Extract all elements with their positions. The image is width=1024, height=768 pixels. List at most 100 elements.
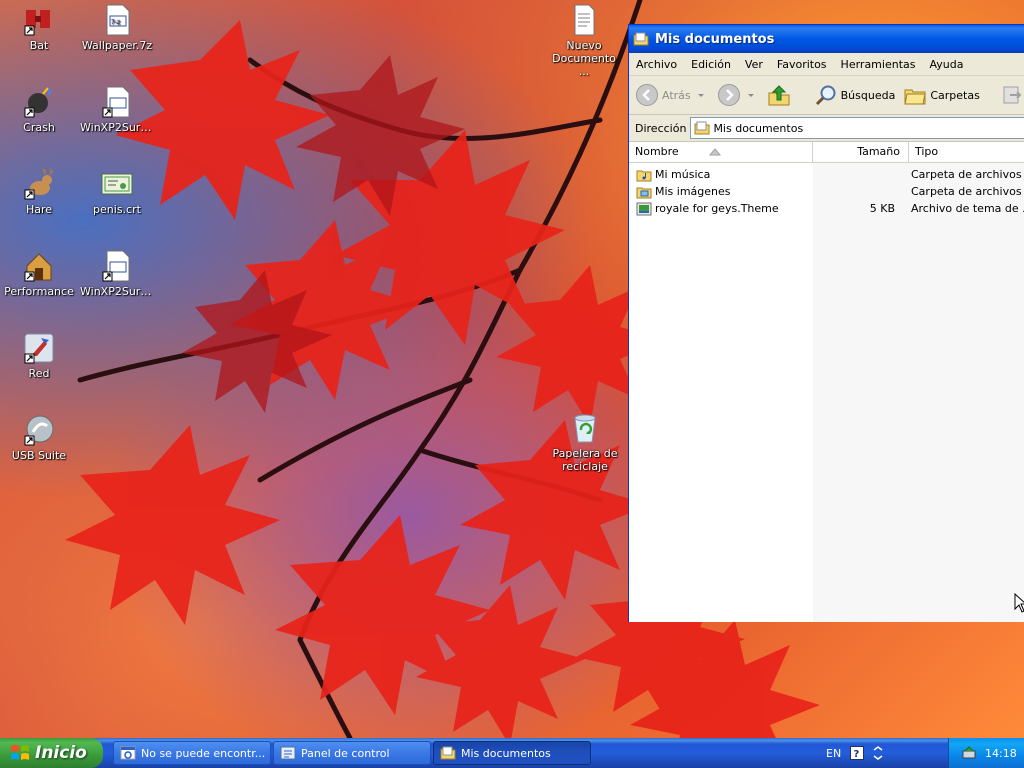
pictures-folder-icon <box>636 187 652 198</box>
forward-button[interactable] <box>717 83 759 107</box>
chevron-down-icon <box>747 94 754 97</box>
file-type: Carpeta de archivos <box>911 185 1022 198</box>
help-icon[interactable]: ? <box>850 746 865 760</box>
column-header-size[interactable]: Tamaño <box>813 142 909 162</box>
menu-archivo[interactable]: Archivo <box>629 58 684 71</box>
desktop-icon-label: WinXP2Suric... <box>80 285 154 298</box>
taskbar-button-control-panel[interactable]: Panel de control <box>273 741 431 765</box>
desktop-icon-winxp-shortcut-1[interactable]: WinXP2Suric... <box>80 86 154 134</box>
desktop-icon-label: penis.crt <box>93 203 141 216</box>
explorer-window[interactable]: Mis documentos Archivo Edición Ver Favor… <box>628 24 1024 622</box>
up-folder-button[interactable] <box>767 83 794 107</box>
search-button[interactable]: Búsqueda <box>814 83 896 107</box>
usb-suite-shortcut-icon <box>24 415 54 446</box>
bat-shortcut-icon <box>24 10 50 36</box>
file-size <box>809 166 905 183</box>
toolbar: Atrás Búsqueda Carpetas <box>629 76 1024 115</box>
desktop-icon-new-document[interactable]: Nuevo Documento ... <box>547 4 621 78</box>
address-bar: Dirección Mis documentos <box>629 115 1024 142</box>
move-to-icon <box>1003 86 1022 104</box>
back-label: Atrás <box>662 88 691 102</box>
control-panel-icon <box>280 746 296 760</box>
red-shortcut-icon <box>24 333 54 364</box>
menu-herramientas[interactable]: Herramientas <box>834 58 923 71</box>
desktop-icon-label: Bat <box>29 39 49 52</box>
desktop-icon-label: Papelera de reciclaje <box>552 447 618 473</box>
file-size: 5 KB <box>869 202 895 215</box>
file-name: royale for geys.Theme <box>655 202 779 215</box>
network-icon[interactable] <box>961 745 977 761</box>
desktop-icon-bat[interactable]: Bat <box>2 4 76 52</box>
file-name: Mis imágenes <box>655 185 731 198</box>
search-label: Búsqueda <box>840 88 896 102</box>
desktop-icon-wallpaper-archive[interactable]: 7-z Wallpaper.7z <box>80 4 154 52</box>
svg-text:?: ? <box>854 749 860 760</box>
back-arrow-icon <box>636 84 658 106</box>
folder-window-icon <box>440 746 456 760</box>
file-list[interactable]: Nombre Tamaño Tipo Mi música Carpeta de … <box>629 142 1024 622</box>
shortcut-file-icon <box>102 86 130 118</box>
desktop-icon-label: Performance <box>4 285 74 298</box>
restore-arrows-icon[interactable] <box>872 746 884 760</box>
menu-edicion[interactable]: Edición <box>684 58 738 71</box>
up-folder-icon <box>768 85 790 106</box>
desktop-icon-label: USB Suite <box>11 449 67 462</box>
folders-label: Carpetas <box>930 88 980 102</box>
clock[interactable]: 14:18 <box>985 747 1017 760</box>
address-value: Mis documentos <box>713 121 804 135</box>
column-header-name[interactable]: Nombre <box>629 142 813 162</box>
taskbar-button-label: No se puede encontr... <box>141 746 266 760</box>
desktop-icon-hare[interactable]: Hare <box>2 168 76 216</box>
shortcut-file-icon <box>102 250 130 282</box>
taskbar-button-mis-documentos[interactable]: Mis documentos <box>433 741 591 765</box>
menu-favoritos[interactable]: Favoritos <box>770 58 834 71</box>
file-row[interactable]: royale for geys.Theme 5 KB Archivo de te… <box>629 200 1024 217</box>
search-icon <box>815 85 836 106</box>
file-row[interactable]: Mi música Carpeta de archivos <box>629 166 1024 183</box>
taskbar-button-browser[interactable]: No se puede encontr... <box>113 741 271 765</box>
language-tray: EN ? <box>826 738 884 768</box>
performance-shortcut-icon <box>24 253 52 282</box>
taskbar-button-label: Mis documentos <box>461 746 551 760</box>
window-titlebar[interactable]: Mis documentos <box>629 25 1024 53</box>
folder-icon <box>633 32 649 46</box>
address-input[interactable]: Mis documentos <box>690 117 1024 139</box>
menu-ayuda[interactable]: Ayuda <box>922 58 970 71</box>
desktop-icon-crash[interactable]: Crash <box>2 86 76 134</box>
desktop-icon-recycle-bin[interactable]: Papelera de reciclaje <box>548 412 622 473</box>
desktop-icon-red[interactable]: Red <box>2 332 76 380</box>
column-headers: Nombre Tamaño Tipo <box>629 142 1024 163</box>
desktop-icon-certificate[interactable]: penis.crt <box>80 168 154 216</box>
language-indicator[interactable]: EN <box>826 747 841 760</box>
theme-file-icon <box>636 202 652 215</box>
desktop-icon-performance[interactable]: Performance <box>2 250 76 298</box>
folders-icon <box>904 89 926 105</box>
folders-button[interactable]: Carpetas <box>903 83 980 107</box>
desktop-icon-label: Hare <box>25 203 53 216</box>
start-button[interactable]: Inicio <box>0 738 103 768</box>
taskbar: Inicio No se puede encontr... Panel de c… <box>0 738 1024 768</box>
hare-shortcut-icon <box>24 168 53 200</box>
chevron-down-icon <box>697 94 704 97</box>
file-name: Mi música <box>655 168 711 181</box>
svg-text:7-z: 7-z <box>111 19 120 26</box>
move-to-button[interactable] <box>1000 83 1024 107</box>
desktop-icon-label: Crash <box>23 121 55 134</box>
address-label: Dirección <box>635 121 687 135</box>
file-type: Archivo de tema de ... <box>911 202 1024 215</box>
file-row[interactable]: Mis imágenes Carpeta de archivos <box>629 183 1024 200</box>
file-type: Carpeta de archivos <box>911 168 1022 181</box>
window-title: Mis documentos <box>655 31 775 47</box>
menu-ver[interactable]: Ver <box>738 58 770 71</box>
taskbar-button-label: Panel de control <box>301 746 390 760</box>
recycle-bin-icon <box>574 414 596 443</box>
column-header-type[interactable]: Tipo <box>909 142 1024 162</box>
desktop-icon-label: Red <box>28 367 50 380</box>
desktop-icon-label: Nuevo Documento ... <box>552 39 616 78</box>
text-document-icon <box>574 4 595 36</box>
desktop-icon-usb-suite[interactable]: USB Suite <box>2 414 76 462</box>
desktop-icon-label: WinXP2Suric... <box>80 121 154 134</box>
file-size <box>809 183 905 200</box>
back-button[interactable]: Atrás <box>635 83 709 107</box>
desktop-icon-winxp-shortcut-2[interactable]: WinXP2Suric... <box>80 250 154 298</box>
